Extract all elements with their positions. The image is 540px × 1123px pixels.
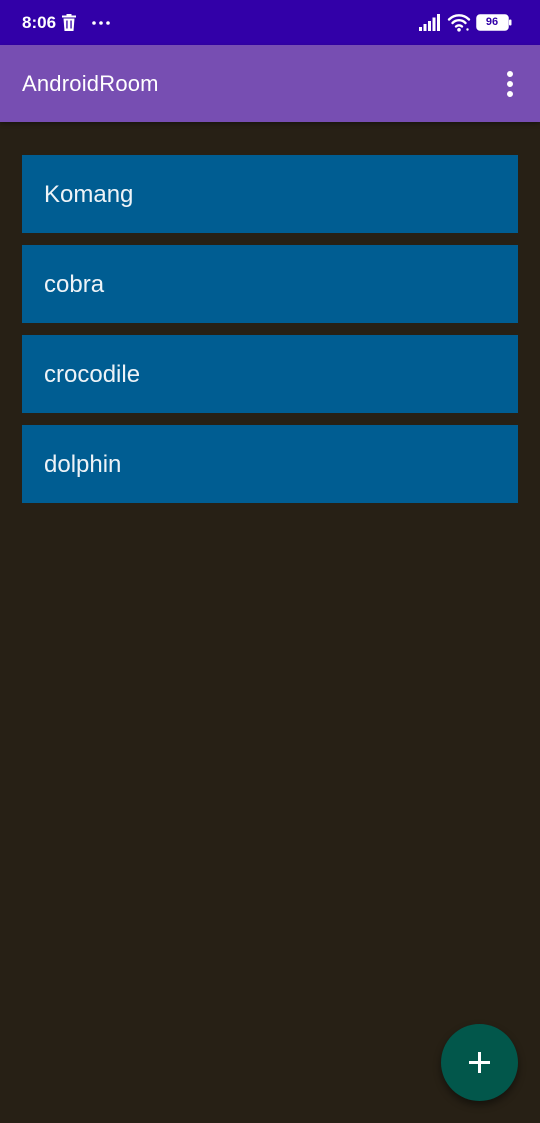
- list-item-label: Komang: [44, 181, 134, 208]
- app-bar: AndroidRoom: [0, 45, 540, 122]
- list-item[interactable]: crocodile: [22, 335, 518, 413]
- list-item[interactable]: Komang: [22, 155, 518, 233]
- list-item[interactable]: dolphin: [22, 425, 518, 503]
- wifi-icon: [447, 14, 471, 32]
- more-dots-icon: [92, 21, 110, 25]
- list-item[interactable]: cobra: [22, 245, 518, 323]
- add-item-fab[interactable]: [441, 1024, 518, 1101]
- battery-level: 96: [485, 16, 499, 28]
- app-title: AndroidRoom: [22, 71, 159, 96]
- status-time: 8:06: [22, 13, 57, 32]
- overflow-menu-icon[interactable]: [494, 65, 526, 103]
- animal-list: Komang cobra crocodile dolphin: [22, 155, 518, 515]
- list-item-label: dolphin: [44, 451, 122, 478]
- plus-icon: [469, 1052, 490, 1073]
- trash-icon: [62, 14, 76, 31]
- list-item-label: cobra: [44, 271, 105, 298]
- status-bar: 8:06 96: [0, 0, 540, 45]
- list-item-label: crocodile: [44, 361, 141, 388]
- signal-icon: [419, 14, 440, 31]
